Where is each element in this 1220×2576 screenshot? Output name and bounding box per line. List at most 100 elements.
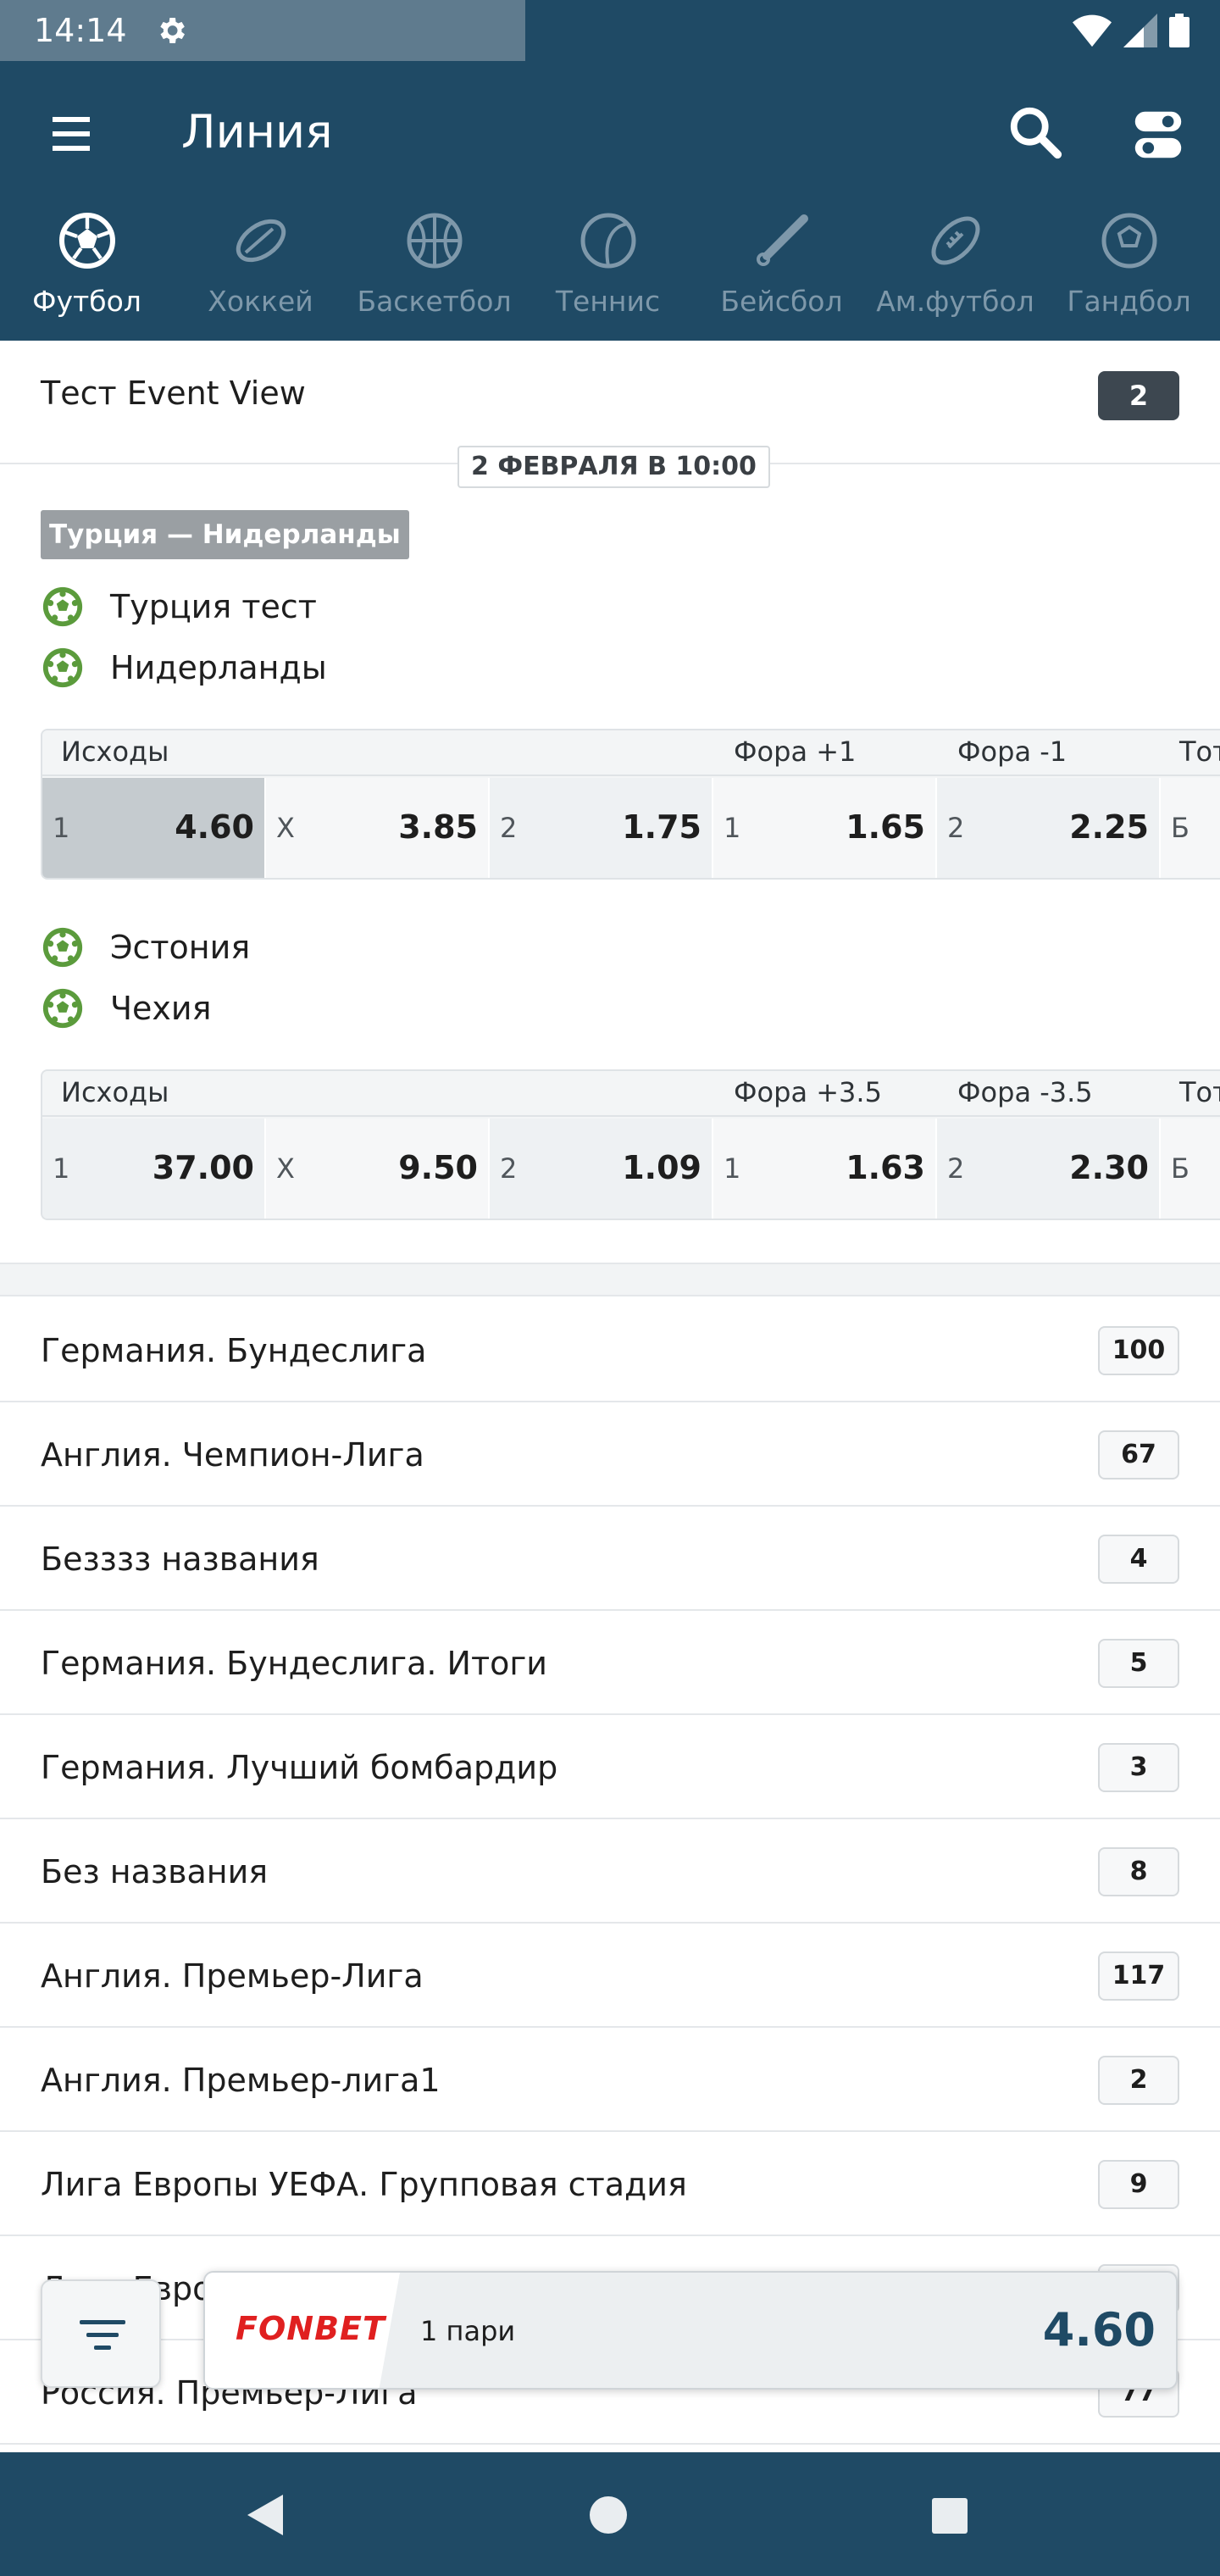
filter-icon [80,2320,125,2350]
market-header-label: Тот [1179,736,1220,768]
league-count: 5 [1098,1639,1179,1688]
hamburger-menu-icon[interactable] [42,108,100,159]
league-row[interactable]: Германия. Лучший бомбардир 3 [0,1715,1220,1819]
league-name: Германия. Бундеслига. Итоги [41,1645,547,1682]
basketball-icon [407,213,463,269]
event-date: 2 ФЕВРАЛЯ В 10:00 [458,446,770,488]
market-header-label: Фора -3.5 [957,1076,1093,1108]
odds-cell[interactable]: 2 1.75 [490,778,713,878]
league-row[interactable]: Германия. Бундеслига 100 [0,1298,1220,1402]
soccer-ball-icon [42,586,83,627]
odds-key: 2 [500,812,518,844]
league-row[interactable]: Англия. Премьер-Лига 117 [0,1924,1220,2028]
tab-american-football[interactable]: Ам.футбол [868,205,1042,341]
league-count: 100 [1098,1326,1179,1375]
odds-value: 1.75 [622,808,702,846]
back-icon[interactable] [242,2491,288,2539]
odds-cell[interactable]: X 9.50 [266,1119,490,1219]
team-name: Эстония [110,929,251,966]
settings-toggle-icon[interactable] [1128,105,1188,164]
tab-hockey[interactable]: Хоккей [174,205,347,341]
odds-cell[interactable]: Б [1161,778,1220,878]
odds-value: 1.63 [846,1149,925,1186]
odds-value: 4.60 [175,808,254,846]
wifi-icon [1073,14,1112,47]
bet-slip-count: 1 пари [420,2315,516,2347]
league-row[interactable]: Англия. Чемпион-Лига 67 [0,1402,1220,1507]
odds-cell[interactable]: 2 2.30 [937,1119,1161,1219]
league-count: 3 [1098,1743,1179,1792]
tab-label: Ам.футбол [876,285,1034,318]
league-row[interactable]: Германия. Бундеслига. Итоги 5 [0,1611,1220,1715]
filter-button[interactable] [41,2279,161,2388]
cell-signal-icon [1123,14,1157,47]
league-name: Англия. Премьер-лига1 [41,2062,441,2099]
odds-cell[interactable]: X 3.85 [266,778,490,878]
market-header: Исходы Фора +1 Фора -1 Тот [42,730,1220,776]
odds-cell[interactable]: 2 1.09 [490,1119,713,1219]
tab-football[interactable]: Футбол [0,205,174,341]
odds-key: Б [1171,1152,1190,1185]
odds-value: 9.50 [398,1149,478,1186]
soccer-ball-icon [42,988,83,1029]
sports-tabs: Футбол Хоккей Баскетбол Теннис Бейсбол А… [0,205,1220,341]
league-row[interactable]: Лига Европы УЕФА. Групповая стадия 9 [0,2132,1220,2236]
odds-cell[interactable]: 1 1.63 [713,1119,937,1219]
league-row[interactable]: Без названия 8 [0,1819,1220,1924]
odds-key: X [276,1152,295,1185]
baseball-bat-icon [757,214,808,266]
league-name: Без названия [41,1853,269,1890]
bet-slip-bar[interactable]: FONBET 1 пари 4.60 [203,2271,1178,2390]
league-name: Германия. Лучший бомбардир [41,1749,558,1786]
market-header-label: Исходы [61,736,169,768]
market-table: Исходы Фора +1 Фора -1 Тот 14.60 X3.85 2… [41,729,1220,880]
odds-key: 2 [947,812,965,844]
settings-gear-icon [160,18,185,43]
team-row[interactable]: Эстония [41,922,250,973]
tab-label: Баскетбол [357,285,512,318]
league-name: Англия. Премьер-Лига [41,1957,424,1995]
team-row[interactable]: Турция тест [41,581,317,632]
league-name: Германия. Бундеслига [41,1332,427,1369]
odds-cell[interactable]: 1 4.60 [42,778,266,878]
league-count: 9 [1098,2160,1179,2209]
section-title: Тест Event View [41,375,306,412]
odds-key: 1 [53,1152,70,1185]
recents-icon[interactable] [930,2496,969,2535]
odds-cell[interactable]: 1 37.00 [42,1119,266,1219]
search-icon[interactable] [1006,103,1066,163]
odds-cell[interactable]: Б [1161,1119,1220,1219]
team-row[interactable]: Нидерланды [41,642,327,693]
status-bar: 14:14 [0,0,1220,61]
league-row[interactable]: Безззз названия 4 [0,1507,1220,1611]
tab-handball[interactable]: Гандбол [1042,205,1216,341]
team-name: Нидерланды [110,649,327,686]
team-name: Чехия [110,990,212,1027]
team-name: Турция тест [110,588,317,625]
league-row[interactable]: Англия. Премьер-лига1 2 [0,2028,1220,2132]
tab-label: Гандбол [1067,285,1191,318]
tab-baseball[interactable]: Бейсбол [695,205,868,341]
odds-value: 2.25 [1069,808,1149,846]
soccer-ball-icon [42,647,83,688]
odds-value: 2.30 [1069,1149,1149,1186]
page-title: Линия [181,105,333,158]
league-count: 4 [1098,1535,1179,1584]
team-row[interactable]: Чехия [41,983,211,1034]
odds-key: Б [1171,812,1190,844]
league-count: 117 [1098,1951,1179,2001]
tab-basketball[interactable]: Баскетбол [347,205,521,341]
tab-tennis[interactable]: Теннис [521,205,695,341]
home-icon[interactable] [588,2495,629,2535]
odds-key: 2 [500,1152,518,1185]
soccer-ball-icon [59,213,115,269]
fonbet-logo: FONBET [236,2310,385,2347]
league-name: Лига Европы УЕФА. Групповая стадия [41,2166,687,2203]
odds-cell[interactable]: 2 2.25 [937,778,1161,878]
market-header-label: Фора -1 [957,736,1068,768]
market-header-label: Исходы [61,1076,169,1108]
market-header-label: Тот [1179,1076,1220,1108]
market-header-label: Фора +1 [734,736,857,768]
odds-cell[interactable]: 1 1.65 [713,778,937,878]
league-name: Безззз названия [41,1541,319,1578]
